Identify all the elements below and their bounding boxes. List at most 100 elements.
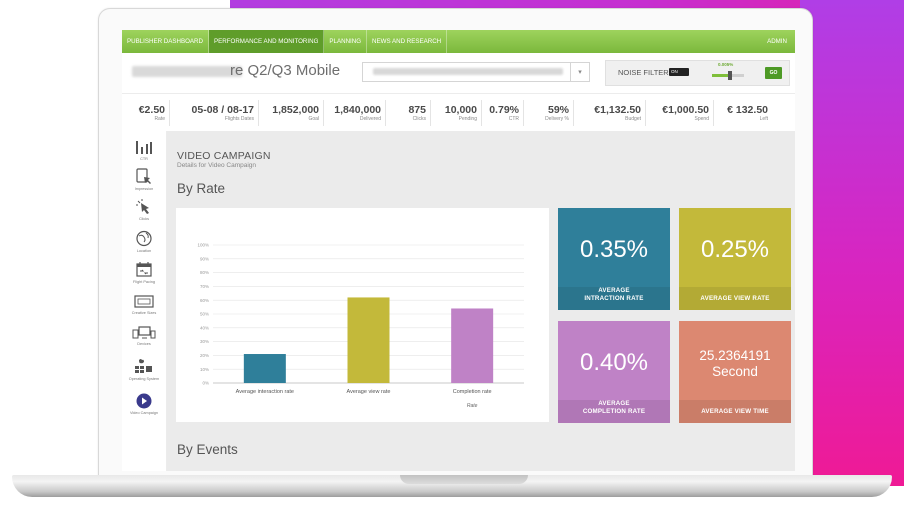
sidebar-item-label: Impression	[134, 187, 154, 191]
tile-label: AVERAGE VIEW TIME	[679, 408, 791, 416]
stat-spend: €1,000.50 Spend	[646, 100, 714, 126]
tile-label-line: AVERAGE VIEW RATE	[700, 295, 770, 302]
stat-value: 59%	[547, 103, 569, 116]
sidebar-item-label: Operating System	[128, 377, 160, 381]
nav-item-publisher-dashboard[interactable]: PUBLISHER DASHBOARD	[122, 30, 209, 53]
x-axis-label: Rate	[467, 403, 478, 409]
stat-goal: 1,852,000 Goal	[259, 100, 324, 126]
sidebar-item-operating-system[interactable]: Operating System	[122, 357, 166, 381]
y-tick-label: 10%	[200, 367, 209, 372]
sidebar-item-location[interactable]: Location	[122, 230, 166, 253]
sidebar-item-impression[interactable]: Impression	[122, 168, 166, 191]
average-view-time-tile: 25.2364191 Second AVERAGE VIEW TIME	[679, 321, 791, 423]
y-tick-label: 70%	[200, 284, 209, 289]
noise-slider[interactable]	[712, 71, 744, 80]
average-interaction-rate-tile: 0.35% AVERAGE INTRACTION RATE	[558, 208, 670, 310]
stat-label: Rate	[154, 115, 165, 122]
stat-label: CTR	[508, 115, 519, 122]
stat-label: Flights Dates	[224, 115, 254, 122]
stat-label: Left	[759, 115, 768, 122]
stat-value: 875	[408, 103, 426, 116]
campaign-title: re Q2/Q3 Mobile	[230, 62, 341, 79]
stat-value: €1,000.50	[662, 103, 709, 116]
play-icon	[136, 393, 152, 409]
noise-slider-fill	[712, 74, 728, 77]
go-button[interactable]: GO	[765, 67, 782, 79]
by-events-heading: By Events	[177, 442, 238, 457]
background-block	[800, 0, 904, 486]
creative-size-icon	[134, 295, 154, 308]
noise-slider-value: 0.005%	[718, 62, 734, 67]
stat-label: Pending	[458, 115, 477, 122]
stat-pending: 10,000 Pending	[431, 100, 482, 126]
y-tick-label: 80%	[200, 270, 209, 275]
bar-chart-icon	[136, 141, 152, 154]
stat-ctr: 0.79% CTR	[482, 100, 524, 126]
tile-value-unit: Second	[712, 364, 758, 379]
stat-delivered: 1,840,000 Delivered	[324, 100, 386, 126]
noise-filter-label: NOISE FILTER	[618, 68, 669, 77]
sidebar-item-video-campaign[interactable]: Video Campaign	[122, 393, 166, 415]
stat-label: Delivered	[359, 115, 381, 122]
sidebar-item-label: Clicks	[138, 217, 150, 221]
y-tick-label: 0%	[202, 381, 209, 386]
tile-label-line: AVERAGE	[598, 400, 630, 407]
stat-value: 0.79%	[489, 103, 519, 116]
campaign-select[interactable]: ▾	[362, 62, 590, 82]
main-content: VIDEO CAMPAIGN Details for Video Campaig…	[167, 131, 795, 471]
sidebar-item-flight-pacing[interactable]: Flight Pacing	[122, 261, 166, 284]
tile-label-line: COMPLETION RATE	[582, 408, 646, 415]
section-subtitle: Details for Video Campaign	[177, 162, 257, 169]
bar	[347, 297, 390, 383]
y-tick-label: 30%	[200, 339, 209, 344]
laptop-notch	[400, 475, 528, 484]
sidebar-item-clicks[interactable]: Clicks	[122, 199, 166, 221]
y-tick-label: 60%	[200, 298, 209, 303]
y-tick-label: 20%	[200, 353, 209, 358]
sidebar-item-label: Video Campaign	[129, 411, 158, 415]
sidebar-item-ctr[interactable]: CTR	[122, 139, 166, 161]
noise-filter-toggle[interactable]: ON	[669, 68, 689, 76]
stat-value: 1,840,000	[334, 103, 381, 116]
stat-value: €2.50	[138, 103, 165, 116]
stat-clicks: 875 Clicks	[386, 100, 431, 126]
bar	[451, 308, 494, 383]
rate-bar-chart: 0% 10% 20% 30% 40% 50% 60% 70% 80% 90% 100% Average…	[197, 243, 524, 409]
nav-item-planning[interactable]: PLANNING	[324, 30, 368, 53]
side-nav: CTR Impression Clicks Location Flight Pa…	[122, 131, 167, 471]
title-bar: re Q2/Q3 Mobile ▾ NOISE FILTER ON 0.005%…	[122, 53, 795, 93]
sidebar-item-devices[interactable]: Devices	[122, 326, 166, 346]
y-tick-label: 40%	[200, 325, 209, 330]
nav-item-news-research[interactable]: NEWS AND RESEARCH	[367, 30, 448, 53]
nav-item-admin[interactable]: ADMIN	[762, 30, 795, 53]
tile-label-line: AVERAGE VIEW TIME	[701, 408, 769, 415]
sidebar-item-label: CTR	[140, 157, 148, 161]
sidebar-item-label: Flight Pacing	[133, 280, 155, 284]
tile-value: 0.35%	[579, 236, 649, 263]
sidebar-item-label: Creative Sizes	[131, 311, 157, 315]
rate-chart-panel: 0% 10% 20% 30% 40% 50% 60% 70% 80% 90% 100% Average…	[176, 208, 549, 422]
stat-budget: €1,132.50 Budget	[574, 100, 646, 126]
tile-label: AVERAGE VIEW RATE	[679, 295, 791, 303]
chevron-down-icon[interactable]: ▾	[570, 63, 589, 81]
x-tick-label: Completion rate	[453, 389, 492, 395]
stat-left: € 132.50 Left	[714, 100, 772, 126]
sidebar-item-creative-sizes[interactable]: Creative Sizes	[122, 295, 166, 315]
stat-label: Spend	[694, 115, 709, 122]
impression-icon	[136, 168, 151, 184]
bar	[243, 354, 286, 383]
devices-icon	[132, 326, 156, 339]
stat-rate: €2.50 Rate	[122, 100, 170, 126]
average-completion-rate-tile: 0.40% AVERAGE COMPLETION RATE	[558, 321, 670, 423]
tile-value-number: 25.2364191	[699, 348, 771, 363]
blurred-select-value	[373, 68, 563, 75]
stat-label: Goal	[308, 115, 319, 122]
tile-value: 25.2364191 Second	[679, 348, 791, 380]
blurred-campaign-name	[132, 66, 242, 77]
noise-slider-handle[interactable]	[728, 71, 732, 80]
nav-item-performance-monitoring[interactable]: PERFORMANCE AND MONITORING	[209, 30, 325, 53]
noise-filter-panel: NOISE FILTER ON 0.005% GO	[605, 60, 790, 86]
os-icon	[135, 359, 152, 373]
y-tick-label: 50%	[200, 312, 209, 317]
dashboard-screen: PUBLISHER DASHBOARD PERFORMANCE AND MONI…	[122, 30, 795, 471]
